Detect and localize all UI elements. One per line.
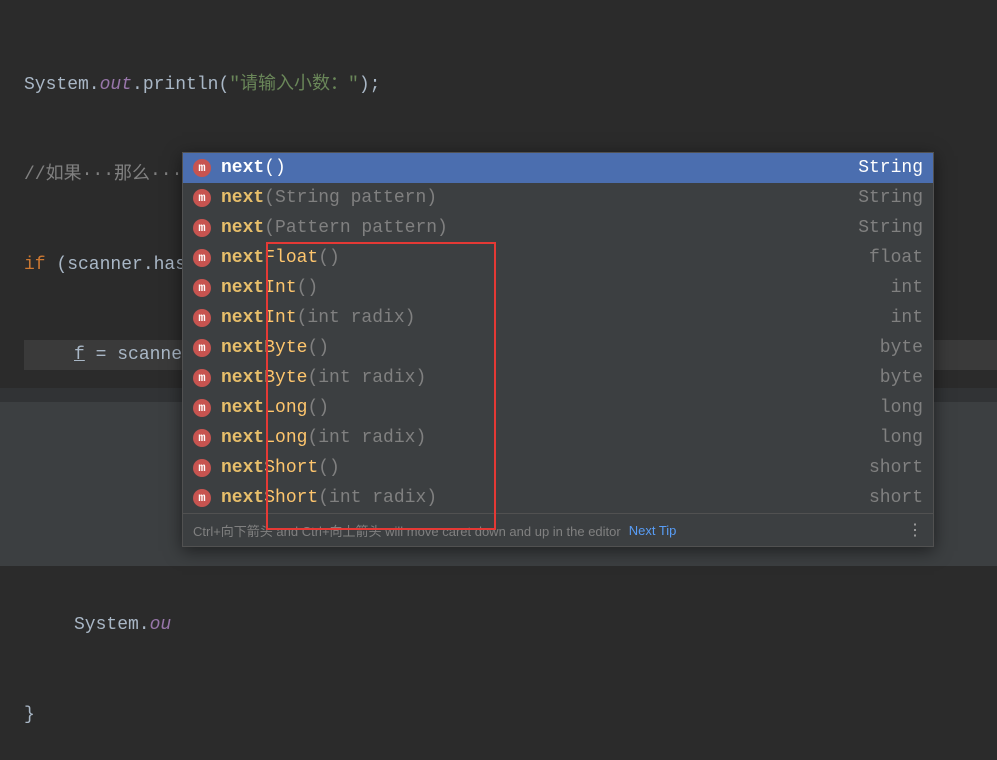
autocomplete-item[interactable]: mnextFloat() float (183, 243, 933, 273)
method-icon: m (193, 369, 211, 387)
autocomplete-item[interactable]: mnextInt(int radix) int (183, 303, 933, 333)
method-icon: m (193, 279, 211, 297)
autocomplete-item[interactable]: mnext(Pattern pattern) String (183, 213, 933, 243)
autocomplete-item[interactable]: mnext() String (183, 153, 933, 183)
item-name: next (221, 338, 264, 358)
method-icon: m (193, 159, 211, 177)
method-icon: m (193, 489, 211, 507)
keyword: if (24, 255, 56, 275)
popup-footer: Ctrl+向下箭头 and Ctrl+向上箭头 will move caret … (183, 513, 933, 546)
item-name: next (221, 458, 264, 478)
item-suffix: Byte (264, 338, 307, 358)
method-icon: m (193, 459, 211, 477)
item-name: next (221, 248, 264, 268)
item-name: next (221, 188, 264, 208)
autocomplete-item[interactable]: mnextByte(int radix) byte (183, 363, 933, 393)
item-params: (int radix) (307, 428, 426, 448)
item-return-type: String (858, 158, 923, 178)
item-return-type: short (869, 488, 923, 508)
item-name: next (221, 488, 264, 508)
variable: f (74, 345, 85, 365)
item-params: (String pattern) (264, 188, 437, 208)
method-icon: m (193, 219, 211, 237)
item-return-type: int (891, 278, 923, 298)
item-return-type: byte (880, 338, 923, 358)
item-params: (int radix) (307, 368, 426, 388)
item-name: next (221, 428, 264, 448)
code-line: } (24, 700, 997, 730)
item-return-type: short (869, 458, 923, 478)
autocomplete-item[interactable]: mnextInt() int (183, 273, 933, 303)
autocomplete-item[interactable]: mnextByte() byte (183, 333, 933, 363)
code-text: System. (24, 75, 100, 95)
item-return-type: long (880, 398, 923, 418)
string-literal: "请输入小数：" (229, 75, 359, 95)
item-params: () (307, 338, 329, 358)
item-return-type: float (869, 248, 923, 268)
code-text: out (100, 75, 132, 95)
method-icon: m (193, 189, 211, 207)
item-suffix: Int (264, 308, 296, 328)
comment: //如果···那么··· (24, 165, 182, 185)
autocomplete-item[interactable]: mnextShort() short (183, 453, 933, 483)
item-params: (Pattern pattern) (264, 218, 448, 238)
item-params: (int radix) (297, 308, 416, 328)
item-return-type: byte (880, 368, 923, 388)
method-icon: m (193, 309, 211, 327)
item-params: () (318, 248, 340, 268)
popup-tip-text: Ctrl+向下箭头 and Ctrl+向上箭头 will move caret … (193, 521, 621, 540)
item-name: next (221, 158, 264, 178)
code-line: System.out.println("请输入小数："); (24, 70, 997, 100)
autocomplete-popup[interactable]: mnext()Stringmnext(String pattern)String… (182, 152, 934, 547)
autocomplete-item[interactable]: mnextLong() long (183, 393, 933, 423)
item-suffix: Float (264, 248, 318, 268)
item-name: next (221, 308, 264, 328)
item-name: next (221, 218, 264, 238)
item-suffix: Long (264, 428, 307, 448)
code-line: System.ou (24, 610, 997, 640)
code-text: ); (359, 75, 381, 95)
more-icon[interactable]: ⋮ (907, 520, 923, 540)
item-suffix: Short (264, 458, 318, 478)
item-return-type: String (858, 188, 923, 208)
method-icon: m (193, 399, 211, 417)
item-params: () (307, 398, 329, 418)
item-name: next (221, 278, 264, 298)
code-text: ou (150, 615, 172, 635)
item-name: next (221, 398, 264, 418)
method-icon: m (193, 339, 211, 357)
item-return-type: String (858, 218, 923, 238)
item-params: () (318, 458, 340, 478)
code-text: System. (74, 615, 150, 635)
item-name: next (221, 368, 264, 388)
item-params: () (297, 278, 319, 298)
item-return-type: int (891, 308, 923, 328)
item-return-type: long (880, 428, 923, 448)
autocomplete-item[interactable]: mnextLong(int radix) long (183, 423, 933, 453)
autocomplete-item[interactable]: mnext(String pattern) String (183, 183, 933, 213)
item-params: (int radix) (318, 488, 437, 508)
item-suffix: Short (264, 488, 318, 508)
method-icon: m (193, 249, 211, 267)
item-suffix: Int (264, 278, 296, 298)
autocomplete-item[interactable]: mnextShort(int radix) short (183, 483, 933, 513)
code-text: } (24, 705, 35, 725)
method-icon: m (193, 429, 211, 447)
code-text: .println( (132, 75, 229, 95)
next-tip-link[interactable]: Next Tip (629, 523, 677, 538)
item-suffix: Long (264, 398, 307, 418)
item-params: () (264, 158, 286, 178)
item-suffix: Byte (264, 368, 307, 388)
